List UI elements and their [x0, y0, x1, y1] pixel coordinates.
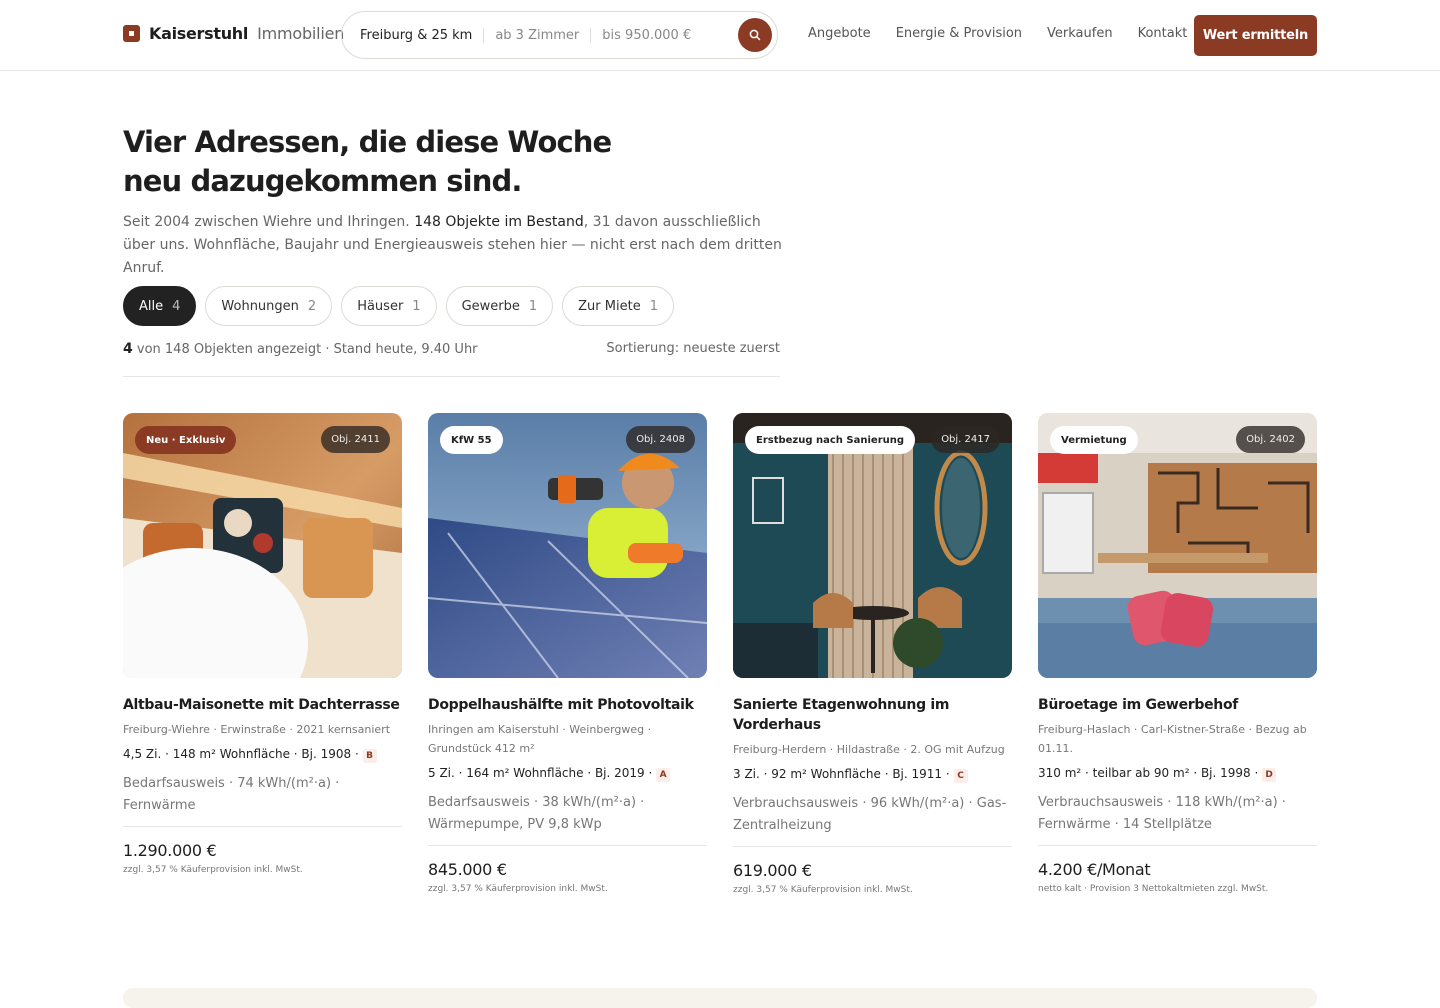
- listing-photo[interactable]: Erstbezug nach Sanierung Obj. 2417: [733, 413, 1012, 678]
- filter-chip-count: 2: [307, 298, 317, 314]
- logo-mark-icon: [123, 25, 140, 42]
- page-title-line-2: neu dazugekommen sind.: [123, 164, 522, 198]
- site-header: Kaiserstuhl Immobilien Freiburg & 25 km …: [0, 0, 1440, 71]
- listing-title[interactable]: Altbau-Maisonette mit Dachterrasse: [123, 695, 402, 715]
- listing-location: Freiburg-Herdern · Hildastraße · 2. OG m…: [733, 743, 1005, 756]
- filter-chip-zur-miete[interactable]: Zur Miete 1: [562, 286, 674, 326]
- listing-tag: Erstbezug nach Sanierung: [745, 426, 916, 454]
- energy-class-badge: C: [953, 769, 968, 783]
- listing-card-2402[interactable]: Vermietung Obj. 2402 Büroetage im Gewerb…: [1038, 413, 1317, 894]
- listing-energy: Verbrauchsausweis · 118 kWh/(m²·a) · Fer…: [1038, 792, 1317, 846]
- listing-tag: Neu · Exklusiv: [135, 426, 237, 454]
- listing-location: Freiburg-Wiehre · Erwinstraße · 2021 ker…: [123, 723, 391, 736]
- listing-location: Ihringen am Kaiserstuhl · Weinbergweg · …: [428, 723, 652, 755]
- listing-price: 4.200 €/Monat: [1038, 860, 1151, 879]
- logo[interactable]: Kaiserstuhl Immobilien: [123, 24, 344, 43]
- logo-name: Kaiserstuhl: [149, 24, 249, 43]
- wert-ermitteln-button[interactable]: Wert ermitteln: [1194, 15, 1317, 56]
- sort-dropdown[interactable]: Sortierung: neueste zuerst: [606, 341, 780, 356]
- listing-price: 1.290.000 €: [123, 841, 217, 860]
- listing-tag: Vermietung: [1050, 426, 1138, 454]
- listing-card-2417[interactable]: Erstbezug nach Sanierung Obj. 2417 Sanie…: [733, 413, 1012, 895]
- nav-angebote[interactable]: Angebote: [808, 26, 871, 41]
- listing-card-2411[interactable]: Neu · Exklusiv Obj. 2411 Altbau-Maisonet…: [123, 413, 402, 875]
- intro-stock-count: 148 Objekte im Bestand: [414, 214, 584, 230]
- filter-chip-label: Zur Miete: [578, 298, 641, 314]
- search-button[interactable]: [738, 18, 772, 52]
- search-bar[interactable]: Freiburg & 25 km ab 3 Zimmer bis 950.000…: [341, 11, 778, 59]
- listing-energy: Bedarfsausweis · 74 kWh/(m²·a) · Fernwär…: [123, 773, 402, 827]
- search-location-field[interactable]: Freiburg & 25 km: [360, 27, 485, 43]
- filter-chip-label: Alle: [139, 298, 164, 314]
- listing-object-id: Obj. 2417: [931, 426, 1000, 453]
- filter-chip-haeuser[interactable]: Häuser 1: [341, 286, 437, 326]
- filter-chip-label: Wohnungen: [221, 298, 299, 314]
- filter-chip-gewerbe[interactable]: Gewerbe 1: [445, 286, 554, 326]
- filter-chip-label: Gewerbe: [461, 298, 520, 314]
- listing-title[interactable]: Büroetage im Gewerbehof: [1038, 695, 1317, 715]
- results-count-number: 4: [123, 341, 133, 357]
- listing-tag: KfW 55: [440, 426, 503, 454]
- results-count: 4 von 148 Objekten angezeigt · Stand heu…: [123, 341, 478, 357]
- listing-facts-text: 4,5 Zi. · 148 m² Wohnfläche · Bj. 1908 ·: [123, 747, 363, 761]
- filter-chip-wohnungen[interactable]: Wohnungen 2: [205, 286, 333, 326]
- listing-object-id: Obj. 2411: [321, 426, 390, 453]
- listing-card-2408[interactable]: KfW 55 Obj. 2408 Doppelhaushälfte mit Ph…: [428, 413, 707, 894]
- filter-chip-count: 1: [649, 298, 658, 314]
- results-meta: 4 von 148 Objekten angezeigt · Stand heu…: [123, 338, 780, 377]
- search-rooms-field[interactable]: ab 3 Zimmer: [484, 27, 592, 43]
- listing-fee: netto kalt · Provision 3 Nettokaltmieten…: [1038, 884, 1269, 894]
- listing-fee: zzgl. 3,57 % Käuferprovision inkl. MwSt.: [733, 885, 913, 895]
- listing-facts: 310 m² · teilbar ab 90 m² · Bj. 1998 · D: [1038, 764, 1317, 783]
- energy-class-badge: B: [362, 749, 377, 763]
- filter-chip-count: 1: [412, 298, 421, 314]
- energy-class-badge: A: [656, 768, 671, 782]
- hero: Vier Adressen, die diese Woche neu dazug…: [123, 123, 783, 280]
- listing-title[interactable]: Sanierte Etagenwohnung im Vorderhaus: [733, 695, 1012, 735]
- results-count-text: von 148 Objekten angezeigt · Stand heute…: [136, 342, 478, 357]
- main-nav: Angebote Energie & Provision Verkaufen K…: [808, 26, 1187, 41]
- search-icon: [749, 29, 761, 41]
- filter-chip-label: Häuser: [357, 298, 404, 314]
- listing-photo[interactable]: KfW 55 Obj. 2408: [428, 413, 707, 678]
- filter-chips: Alle 4 Wohnungen 2 Häuser 1 Gewerbe 1 Zur Mi…: [123, 286, 683, 326]
- listing-facts-text: 5 Zi. · 164 m² Wohnfläche · Bj. 2019 ·: [428, 766, 657, 780]
- listing-price: 619.000 €: [733, 861, 812, 880]
- intro-text: Seit 2004 zwischen Wiehre und Ihringen. …: [123, 211, 783, 280]
- filter-chip-count: 1: [528, 298, 538, 314]
- nav-verkaufen[interactable]: Verkaufen: [1047, 26, 1113, 41]
- filter-chip-alle[interactable]: Alle 4: [123, 286, 197, 326]
- listing-photo[interactable]: Neu · Exklusiv Obj. 2411: [123, 413, 402, 678]
- search-price-field[interactable]: bis 950.000 €: [591, 28, 691, 43]
- page-title-line-1: Vier Adressen, die diese Woche: [123, 125, 612, 159]
- listing-fee: zzgl. 3,57 % Käuferprovision inkl. MwSt.: [123, 865, 303, 875]
- listing-title[interactable]: Doppelhaushälfte mit Photovoltaik: [428, 695, 707, 715]
- listing-energy: Verbrauchsausweis · 96 kWh/(m²·a) · Gas-…: [733, 793, 1012, 847]
- nav-energie-provision[interactable]: Energie & Provision: [896, 26, 1022, 41]
- listing-fee: zzgl. 3,57 % Käuferprovision inkl. MwSt.: [428, 884, 608, 894]
- listing-photo[interactable]: Vermietung Obj. 2402: [1038, 413, 1317, 678]
- listing-location: Freiburg-Haslach · Carl-Kistner-Straße ·…: [1038, 723, 1307, 755]
- listing-facts: 4,5 Zi. · 148 m² Wohnfläche · Bj. 1908 ·…: [123, 745, 402, 764]
- intro-part-1: Seit 2004 zwischen Wiehre und Ihringen.: [123, 214, 415, 230]
- listing-facts: 3 Zi. · 92 m² Wohnfläche · Bj. 1911 · C: [733, 765, 1012, 784]
- nav-kontakt[interactable]: Kontakt: [1138, 26, 1188, 41]
- logo-subtitle: Immobilien: [257, 24, 345, 43]
- next-section-strip: [123, 988, 1317, 1008]
- listing-object-id: Obj. 2408: [626, 426, 695, 453]
- listing-price: 845.000 €: [428, 860, 507, 879]
- listing-facts-text: 3 Zi. · 92 m² Wohnfläche · Bj. 1911 ·: [733, 767, 954, 781]
- listing-facts-text: 310 m² · teilbar ab 90 m² · Bj. 1998 ·: [1038, 766, 1263, 780]
- listing-facts: 5 Zi. · 164 m² Wohnfläche · Bj. 2019 · A: [428, 764, 707, 783]
- filter-chip-count: 4: [172, 298, 181, 314]
- energy-class-badge: D: [1262, 768, 1277, 782]
- listing-energy: Bedarfsausweis · 38 kWh/(m²·a) · Wärmepu…: [428, 792, 707, 846]
- page-title: Vier Adressen, die diese Woche neu dazug…: [123, 123, 783, 201]
- listing-object-id: Obj. 2402: [1236, 426, 1305, 453]
